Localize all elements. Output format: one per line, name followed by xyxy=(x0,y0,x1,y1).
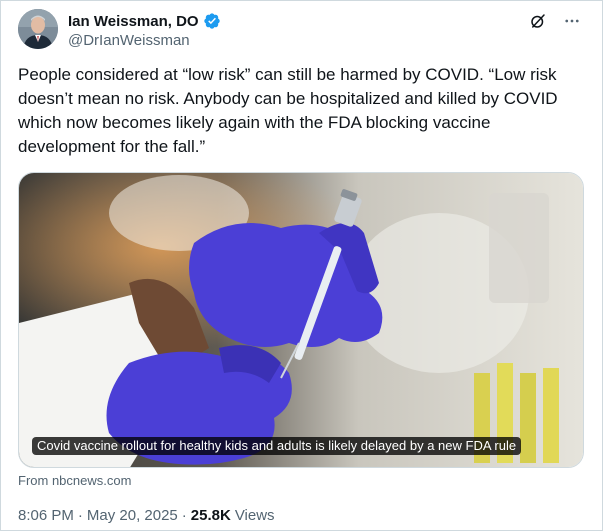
tweet-top-actions xyxy=(528,11,582,31)
verified-badge-icon xyxy=(203,12,221,30)
tweet-card: Ian Weissman, DO @DrIanWeissman People c… xyxy=(0,0,603,531)
author-name-row[interactable]: Ian Weissman, DO xyxy=(68,11,221,31)
meta-separator: · xyxy=(77,507,83,524)
link-card-caption[interactable]: Covid vaccine rollout for healthy kids a… xyxy=(32,437,522,455)
author-handle[interactable]: @DrIanWeissman xyxy=(68,32,190,49)
avatar[interactable] xyxy=(18,9,58,49)
more-options-icon[interactable] xyxy=(562,11,582,31)
tweet-time[interactable]: 8:06 PM xyxy=(18,507,74,524)
views-label: Views xyxy=(234,507,275,524)
link-card-image[interactable]: Covid vaccine rollout for healthy kids a… xyxy=(18,172,584,468)
tweet-meta: 8:06 PM · May 20, 2025 · 25.8K Views xyxy=(18,507,275,524)
link-source[interactable]: From nbcnews.com xyxy=(18,473,131,488)
tweet-date[interactable]: May 20, 2025 xyxy=(87,507,178,524)
grok-icon[interactable] xyxy=(528,11,548,31)
tweet-text: People considered at “low risk” can stil… xyxy=(18,65,558,156)
views-count: 25.8K xyxy=(190,507,231,524)
meta-separator: · xyxy=(181,507,187,524)
author-display-name[interactable]: Ian Weissman, DO xyxy=(68,13,199,30)
